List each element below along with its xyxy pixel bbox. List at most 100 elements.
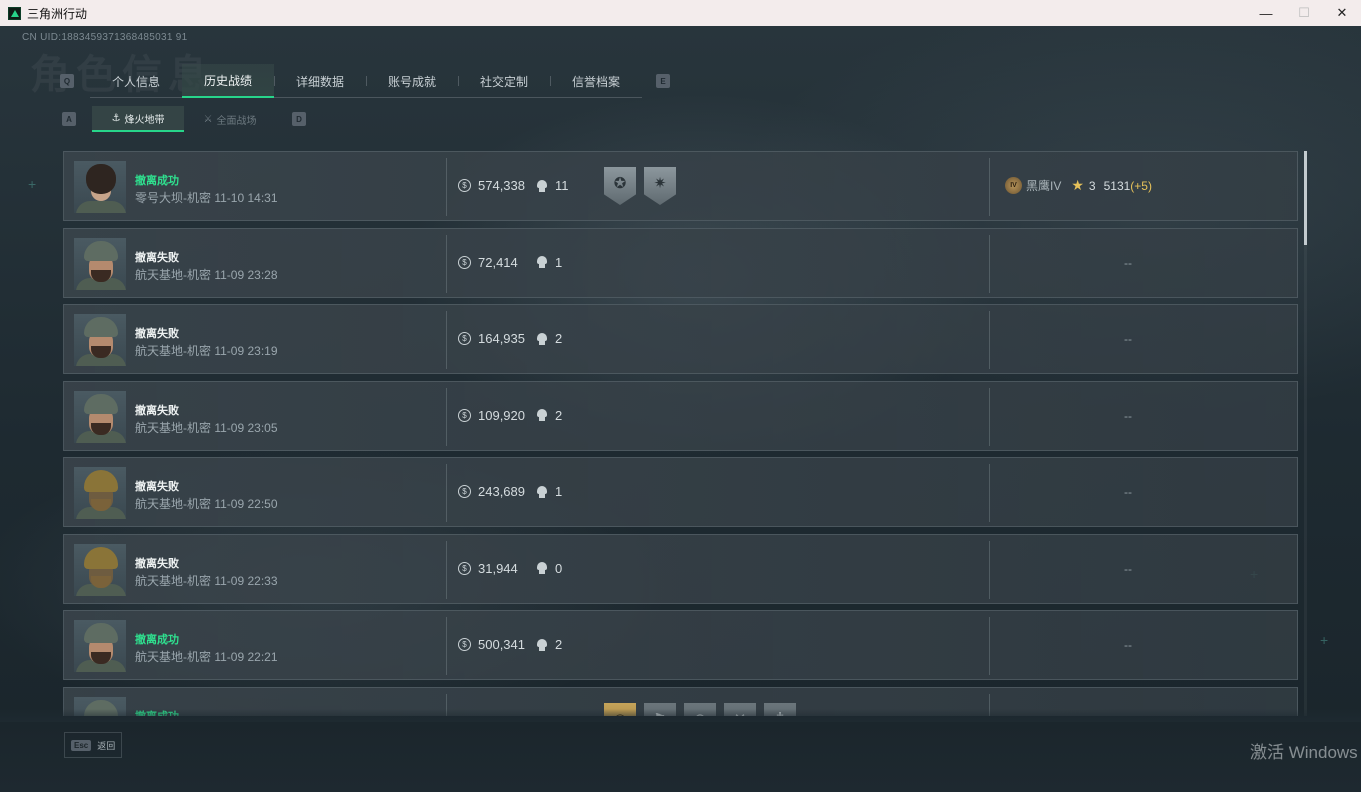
tab-match-history[interactable]: 历史战绩	[182, 64, 274, 98]
map-and-time: 零号大坝-机密 11-10 14:31	[135, 191, 278, 205]
medal-emblem-icon[interactable]: ✪	[604, 167, 636, 205]
app-logo-icon	[8, 6, 21, 20]
column-divider	[446, 311, 447, 369]
close-button[interactable]: ✕	[1323, 0, 1361, 26]
column-divider	[989, 464, 990, 522]
scrollbar-thumb[interactable]	[1304, 151, 1307, 245]
skull-icon	[536, 332, 548, 345]
map-and-time: 航天基地-机密 11-09 22:21	[135, 650, 278, 664]
back-button[interactable]: Esc 返回	[64, 732, 123, 758]
extraction-status: 撤离失败	[135, 557, 179, 570]
column-divider	[989, 387, 990, 446]
match-record-row[interactable]: 撤离失败 航天基地-机密 11-09 22:50 $243,689 1 --	[63, 457, 1298, 527]
extraction-status: 撤离失败	[135, 404, 179, 417]
map-and-time: 航天基地-机密 11-09 23:05	[135, 420, 278, 435]
map-and-time: 航天基地-机密 11-09 22:50	[135, 497, 278, 511]
loot-value: $31,944	[458, 561, 518, 576]
rank-score: 5131	[1103, 178, 1131, 193]
coin-icon: $	[458, 561, 471, 575]
rank-info: IV 黑鹰IV ★ 3 5131 (+5)	[1005, 177, 1152, 194]
back-label: 返回	[97, 740, 116, 751]
subtab-label: 全面战场	[216, 115, 257, 127]
column-divider	[446, 617, 447, 675]
skull-icon	[536, 562, 548, 574]
kill-count-text: 11	[555, 178, 569, 193]
key-hint-a[interactable]: A	[62, 112, 76, 126]
kill-count-text: 2	[555, 637, 563, 652]
game-screen: 角色信息 CN UID:1883459371368485031 91 + + +…	[0, 26, 1361, 792]
star-icon: ★	[1071, 177, 1084, 193]
windows-activation-watermark: 激活 Windows	[1250, 743, 1358, 762]
match-record-row[interactable]: 撤离成功 航天基地-机密 11-09 22:21 $500,341 2 --	[63, 610, 1298, 680]
rank-empty: --	[1124, 561, 1132, 576]
subtab-battlefield[interactable]: ⚔ 全面战场	[184, 106, 276, 132]
key-hint-e[interactable]: E	[656, 74, 670, 88]
maximize-button[interactable]: ☐	[1285, 0, 1323, 26]
tab-credit-record[interactable]: 信誉档案	[550, 64, 642, 98]
list-fade	[0, 709, 1361, 722]
extraction-status: 撤离失败	[135, 328, 179, 340]
mode-subtabs: A ⚓ 烽火地带 ⚔ 全面战场 D	[62, 106, 306, 132]
extraction-status: 撤离失败	[135, 481, 179, 493]
skull-icon	[536, 409, 548, 421]
kill-count-text: 0	[555, 560, 563, 576]
subtab-label: 烽火地带	[124, 114, 165, 126]
bottom-bar	[0, 722, 1361, 792]
tab-social-custom[interactable]: 社交定制	[458, 64, 550, 98]
skull-icon	[536, 485, 548, 498]
map-and-time: 航天基地-机密 11-09 22:33	[135, 573, 278, 588]
map-and-time: 航天基地-机密 11-09 23:19	[135, 344, 278, 358]
match-record-list: 撤离成功 零号大坝-机密 11-10 14:31 $574,338 11 ✪ ✷ IV 黑鹰I…	[63, 151, 1298, 716]
key-hint-q[interactable]: Q	[60, 74, 74, 88]
loot-value: $164,935	[458, 331, 525, 346]
match-record-row[interactable]: 撤离失败 航天基地-机密 11-09 23:05 $109,920 2 --	[63, 380, 1298, 451]
column-divider	[446, 464, 447, 522]
match-record-row[interactable]: 撤离失败航天基地-机密 11-09 22:33 $31,944 0 --	[63, 533, 1298, 604]
hud-cross-icon: +	[1320, 632, 1329, 648]
rank-empty: --	[1124, 332, 1132, 346]
column-divider	[446, 540, 447, 599]
loot-value: $574,338	[458, 178, 525, 193]
match-record-row[interactable]: 撤离成功 零号大坝-机密 11-10 14:31 $574,338 11 ✪ ✷ IV 黑鹰I…	[63, 151, 1298, 221]
skull-icon	[536, 179, 548, 192]
key-hint-d[interactable]: D	[292, 112, 306, 126]
extraction-status: 撤离失败	[135, 251, 179, 264]
loot-value: $109,920	[458, 408, 525, 423]
operator-avatar	[74, 543, 126, 596]
kill-count-text: 2	[555, 407, 563, 423]
kill-count: 1	[536, 484, 562, 499]
operator-avatar	[74, 390, 126, 443]
coin-icon: $	[458, 179, 471, 192]
tab-strip: 个人信息 历史战绩 详细数据 账号成就 社交定制 信誉档案	[90, 64, 642, 98]
subtab-strip: ⚓ 烽火地带 ⚔ 全面战场	[92, 106, 276, 132]
kill-count: 2	[536, 331, 562, 346]
coin-icon: $	[458, 485, 471, 498]
loot-value-text: 574,338	[478, 178, 525, 193]
loot-value-text: 500,341	[478, 637, 525, 652]
column-divider	[989, 234, 990, 293]
loot-value-text: 72,414	[478, 254, 518, 270]
tab-profile[interactable]: 个人信息	[90, 64, 182, 98]
window-controls: — ☐ ✕	[1247, 0, 1361, 26]
skull-icon	[536, 638, 548, 651]
kill-count: 2	[536, 637, 562, 652]
tab-detailed-stats[interactable]: 详细数据	[274, 64, 366, 98]
column-divider	[446, 158, 447, 216]
kill-count-text: 1	[555, 484, 563, 499]
match-record-row[interactable]: 撤离失败 航天基地-机密 11-09 23:28 $72,414 1 --	[63, 227, 1298, 298]
loot-value: $243,689	[458, 484, 525, 499]
column-divider	[446, 387, 447, 446]
tab-achievements[interactable]: 账号成就	[366, 64, 458, 98]
minimize-button[interactable]: —	[1247, 0, 1285, 26]
rank-empty: --	[1124, 255, 1132, 270]
medal-badges: ✪ ✷	[604, 167, 676, 205]
rank-empty: --	[1124, 638, 1132, 652]
column-divider	[446, 234, 447, 293]
operator-avatar	[74, 161, 126, 213]
medal-star-icon[interactable]: ✷	[644, 167, 676, 205]
hud-cross-icon: +	[28, 176, 37, 192]
subtab-hazard-zone[interactable]: ⚓ 烽火地带	[92, 106, 184, 132]
coin-icon: $	[458, 638, 471, 651]
match-record-row[interactable]: 撤离失败航天基地-机密 11-09 23:19 $164,935 2 --	[63, 304, 1298, 374]
loot-value: $72,414	[458, 255, 518, 270]
